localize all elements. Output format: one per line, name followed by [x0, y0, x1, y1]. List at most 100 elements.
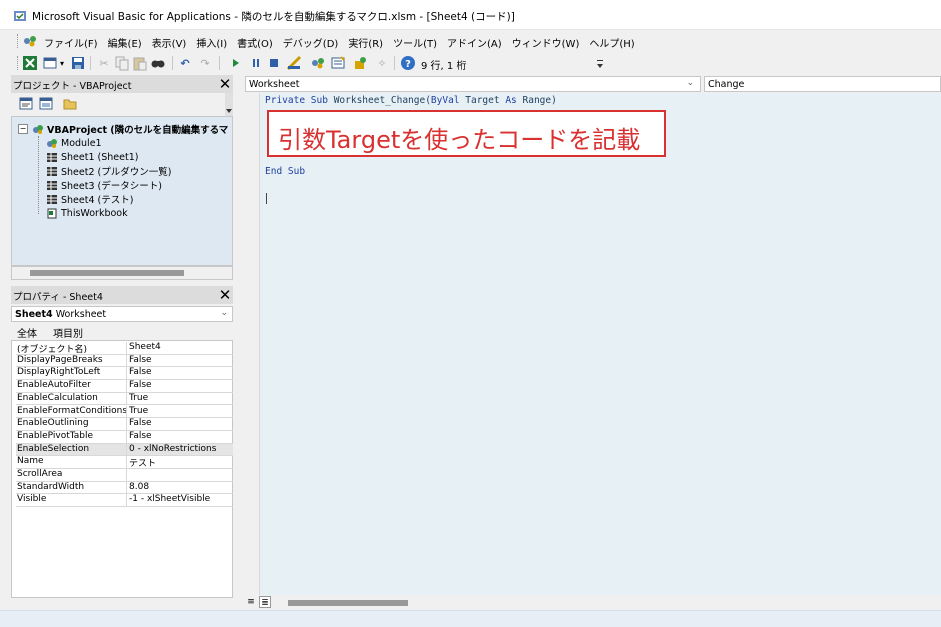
tree-item-label: Sheet3 (データシート) [61, 181, 162, 192]
project-hscrollbar[interactable] [11, 266, 233, 280]
menu-edit[interactable]: 編集(E) [108, 35, 142, 50]
run-icon[interactable] [228, 55, 244, 71]
tree-root[interactable]: − VBAProject (隣のセルを自動編集するマ [18, 122, 228, 136]
project-explorer-icon[interactable] [310, 55, 326, 71]
property-row[interactable]: Visible -1 - xlSheetVisible [16, 494, 233, 508]
menu-format[interactable]: 書式(O) [237, 35, 273, 50]
object-select[interactable]: Worksheet ⌄ [245, 76, 701, 92]
tree-item-label: Sheet4 (テスト) [61, 195, 134, 206]
property-row[interactable]: Name テスト [16, 456, 233, 469]
code-hscrollbar[interactable]: ≡ ≣ [245, 595, 941, 610]
property-row[interactable]: (オブジェクト名) Sheet4 [16, 342, 233, 355]
menu-insert[interactable]: 挿入(I) [196, 35, 227, 50]
scroll-thumb[interactable] [30, 270, 184, 276]
toolbar-overflow-icon[interactable] [596, 58, 604, 70]
excel-icon[interactable] [22, 55, 38, 71]
full-module-view-icon[interactable]: ≣ [259, 596, 271, 608]
tab-categorized[interactable]: 項目別 [53, 325, 83, 340]
menu-grip[interactable] [17, 34, 20, 48]
view-code-icon[interactable] [19, 97, 33, 110]
tree-item-label: ThisWorkbook [61, 207, 128, 219]
procedure-view-icon[interactable]: ≡ [245, 596, 257, 608]
annotation-box: 引数Targetを使ったコードを記載 [267, 110, 666, 157]
menu-help[interactable]: ヘルプ(H) [589, 35, 634, 50]
chevron-down-icon: ⌄ [686, 78, 694, 88]
code-line-1: Private Sub Worksheet_Change(ByVal Targe… [265, 95, 557, 106]
cursor-position: 9 行, 1 桁 [421, 61, 467, 72]
tree-item-module1[interactable]: Module1 [46, 136, 102, 150]
project-scroll-arrow-icon[interactable] [224, 93, 234, 117]
cut-icon[interactable]: ✂ [96, 55, 112, 71]
redo-icon[interactable]: ↷ [197, 55, 213, 71]
tree-item-sheet1[interactable]: Sheet1 (Sheet1) [46, 150, 138, 164]
project-tree: − VBAProject (隣のセルを自動編集するマ Module1 Sheet… [11, 116, 233, 266]
tree-item-sheet4[interactable]: Sheet4 (テスト) [46, 192, 133, 206]
tree-item-label: Sheet2 (プルダウン一覧) [61, 167, 172, 178]
paste-icon[interactable] [132, 55, 148, 71]
copy-icon[interactable] [114, 55, 130, 71]
menu-tools[interactable]: ツール(T) [393, 35, 437, 50]
chevron-down-icon: ⌄ [220, 308, 228, 318]
property-row-selected[interactable]: EnableSelection 0 - xlNoRestrictions [16, 443, 233, 457]
close-icon[interactable]: ✕ [217, 76, 233, 92]
menu-bar: ファイル(F) 編集(E) 表示(V) 挿入(I) 書式(O) デバッグ(D) … [0, 30, 941, 52]
view-object-icon[interactable] [39, 97, 53, 110]
project-panel-title: プロジェクト - VBAProject [13, 81, 132, 92]
toolbox-icon[interactable]: ✧ [374, 55, 390, 71]
code-margin[interactable] [245, 93, 260, 595]
find-icon[interactable] [150, 55, 166, 71]
property-row[interactable]: EnableOutlining False [16, 418, 233, 431]
tree-item-label: Sheet1 (Sheet1) [61, 151, 139, 163]
property-row[interactable]: EnableAutoFilter False [16, 380, 233, 393]
menu-run[interactable]: 実行(R) [348, 35, 383, 50]
property-row[interactable]: StandardWidth 8.08 [16, 481, 233, 495]
save-icon[interactable] [70, 55, 86, 71]
property-row[interactable]: EnableFormatConditions True [16, 405, 233, 419]
sheet-icon [47, 152, 57, 162]
collapse-icon[interactable]: − [18, 124, 28, 134]
tree-item-thisworkbook[interactable]: ThisWorkbook [46, 206, 128, 220]
tree-connector [38, 136, 39, 214]
object-browser-icon[interactable] [352, 55, 368, 71]
menu-addins[interactable]: アドイン(A) [447, 35, 502, 50]
tree-item-sheet2[interactable]: Sheet2 (プルダウン一覧) [46, 164, 171, 178]
tree-item-sheet3[interactable]: Sheet3 (データシート) [46, 178, 162, 192]
properties-panel-header: プロパティ - Sheet4 ✕ [11, 286, 233, 304]
close-icon[interactable]: ✕ [217, 287, 233, 303]
menu-file[interactable]: ファイル(F) [44, 35, 98, 50]
svg-text:?: ? [405, 59, 411, 70]
undo-icon[interactable]: ↶ [177, 55, 193, 71]
break-icon[interactable] [248, 55, 264, 71]
property-row[interactable]: DisplayRightToLeft False [16, 367, 233, 381]
property-row[interactable]: DisplayPageBreaks False [16, 354, 233, 368]
tab-alphabetic[interactable]: 全体 [17, 325, 37, 340]
title-bar: Microsoft Visual Basic for Applications … [0, 0, 941, 30]
dropdown-arrow-icon[interactable]: ▾ [58, 55, 66, 71]
code-editor[interactable]: Private Sub Worksheet_Change(ByVal Targe… [260, 93, 941, 595]
reset-icon[interactable] [266, 55, 282, 71]
menu-view[interactable]: 表示(V) [152, 35, 187, 50]
workbook-icon [47, 208, 57, 218]
insert-module-icon[interactable] [42, 55, 58, 71]
status-bar [0, 610, 941, 627]
object-dropdown[interactable]: Sheet4 Worksheet ⌄ [11, 306, 233, 322]
toolbar-grip[interactable] [17, 56, 20, 70]
properties-tabs: 全体 項目別 [11, 323, 233, 340]
annotation-text: 引数Targetを使ったコードを記載 [278, 126, 641, 154]
property-row[interactable]: EnablePivotTable False [16, 430, 233, 444]
help-icon[interactable]: ? [400, 55, 416, 71]
property-row[interactable]: EnableCalculation True [16, 392, 233, 406]
design-mode-icon[interactable] [286, 55, 302, 71]
selected-object-name: Sheet4 [15, 309, 53, 320]
properties-icon[interactable] [330, 55, 346, 71]
menu-debug[interactable]: デバッグ(D) [283, 35, 339, 50]
toggle-folders-icon[interactable] [63, 97, 77, 110]
object-select-value: Worksheet [249, 79, 300, 90]
project-panel-header: プロジェクト - VBAProject ✕ [11, 75, 233, 93]
property-row[interactable]: ScrollArea [16, 469, 233, 482]
vba-menu-icon[interactable] [22, 34, 38, 48]
menu-window[interactable]: ウィンドウ(W) [512, 35, 580, 50]
panel-splitter[interactable] [234, 75, 244, 610]
procedure-select[interactable]: Change [704, 76, 941, 92]
scroll-thumb[interactable] [288, 600, 408, 606]
